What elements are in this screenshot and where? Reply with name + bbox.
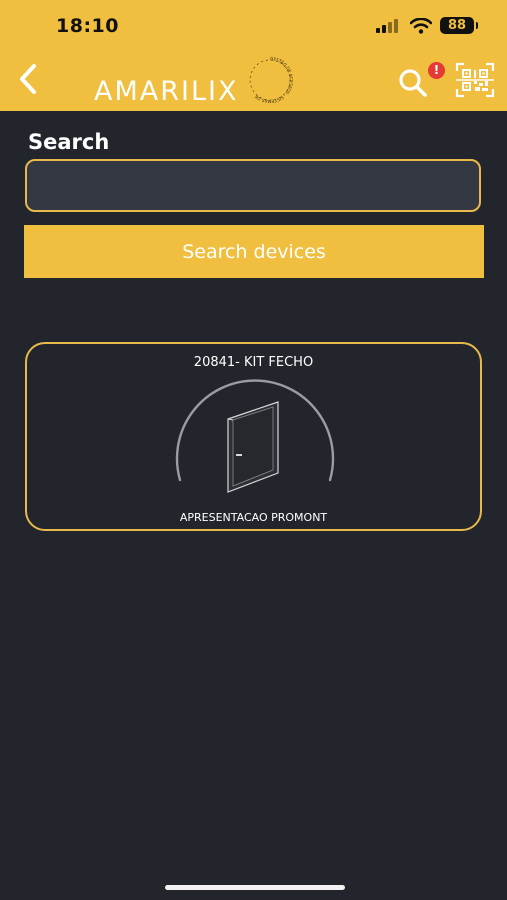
svg-text:GESTÃO DE ACESSOS · SISTEMAS D: GESTÃO DE ACESSOS · SISTEMAS DE [253, 56, 294, 104]
search-icon [399, 69, 427, 97]
home-indicator [165, 885, 345, 890]
search-devices-button[interactable]: Search devices [24, 225, 484, 278]
search-label: Search [28, 130, 110, 154]
status-icons: 88 [376, 17, 478, 34]
device-location: APRESENTACAO PROMONT [179, 511, 328, 524]
cellular-signal-icon [376, 18, 398, 33]
status-time: 18:10 [56, 15, 119, 37]
alert-badge: ! [428, 62, 445, 79]
amarilix-logo: AMARILIX GESTÃO DE ACESSOS · SISTEMAS DE [94, 54, 304, 107]
door-icon [175, 379, 335, 493]
logo-ring-mark: GESTÃO DE ACESSOS · SISTEMAS DE [249, 56, 294, 104]
battery-indicator: 88 [440, 17, 478, 34]
qr-scan-button[interactable] [455, 62, 495, 98]
logo-ring-text: GESTÃO DE ACESSOS · SISTEMAS DE [253, 56, 294, 104]
chevron-left-icon [20, 64, 36, 94]
search-input[interactable] [25, 159, 481, 212]
qr-code-icon [455, 62, 495, 98]
top-bar: 18:10 88 AMARILIX GESTÃO DE ACESSOS · SI… [0, 0, 507, 111]
device-name: 20841- KIT FECHO [193, 355, 314, 370]
back-button[interactable] [14, 62, 44, 96]
header-search-button[interactable] [397, 64, 431, 98]
logo-text: AMARILIX [94, 76, 239, 107]
wifi-icon [410, 17, 432, 34]
device-card[interactable]: 20841- KIT FECHO APRESENTACAO PROMONT [25, 342, 482, 531]
